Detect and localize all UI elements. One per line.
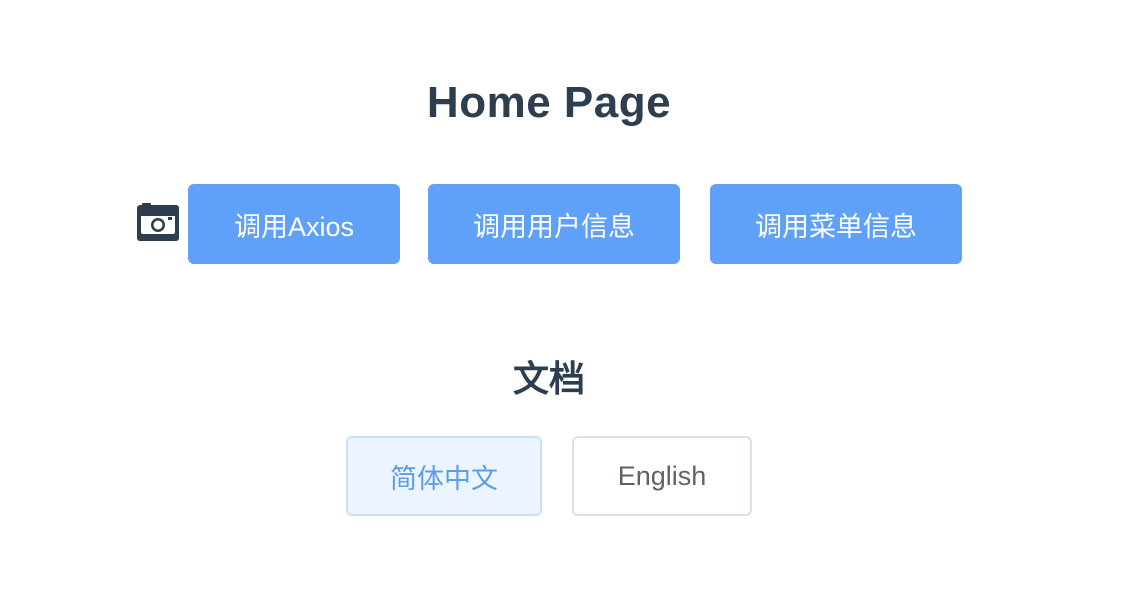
language-en-button[interactable]: English [572, 436, 752, 516]
call-menu-info-button[interactable]: 调用菜单信息 [710, 184, 962, 264]
home-page: Home Page 调用Axios 调用用户信息 调用菜单信息 文档 简体中文 … [0, 0, 1134, 602]
page-title: Home Page [426, 78, 672, 127]
docs-section-title: 文档 [512, 358, 585, 399]
language-zh-button[interactable]: 简体中文 [346, 436, 542, 516]
camera-icon[interactable] [136, 203, 180, 243]
call-axios-button[interactable]: 调用Axios [188, 184, 400, 264]
call-user-info-button[interactable]: 调用用户信息 [428, 184, 680, 264]
